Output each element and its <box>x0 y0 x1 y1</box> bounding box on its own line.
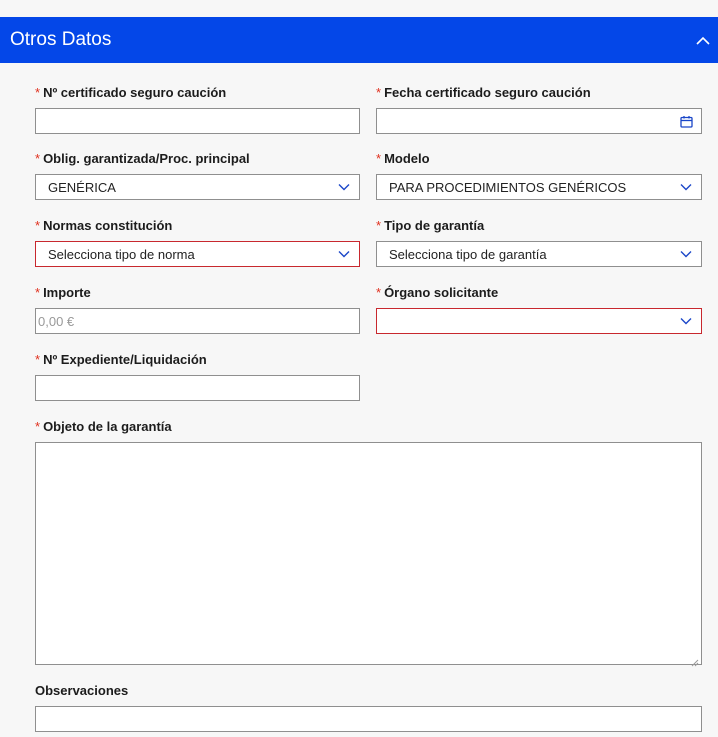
objeto-label: * Objeto de la garantía <box>35 419 172 434</box>
chevron-up-icon[interactable] <box>694 31 712 49</box>
organo-select[interactable] <box>376 308 702 334</box>
panel-header[interactable]: Otros Datos <box>0 17 718 63</box>
importe-input[interactable]: 0,00 € <box>35 308 360 334</box>
observaciones-input[interactable] <box>35 706 702 732</box>
fecha-input[interactable] <box>376 108 702 134</box>
expediente-input[interactable] <box>35 375 360 401</box>
calendar-icon[interactable] <box>679 114 693 128</box>
tipo-select[interactable]: Selecciona tipo de garantía <box>376 241 702 267</box>
chevron-down-icon <box>679 247 693 261</box>
panel-title: Otros Datos <box>10 29 112 50</box>
objeto-textarea[interactable] <box>35 442 702 667</box>
modelo-select[interactable]: PARA PROCEDIMIENTOS GENÉRICOS <box>376 174 702 200</box>
chevron-down-icon <box>679 180 693 194</box>
certificado-label: * Nº certificado seguro caución <box>35 85 227 100</box>
modelo-label: * Modelo <box>376 151 430 166</box>
oblig-label: * Oblig. garantizada/Proc. principal <box>35 151 250 166</box>
expediente-label: * Nº Expediente/Liquidación <box>35 352 207 367</box>
chevron-down-icon <box>337 180 351 194</box>
resize-grip-icon[interactable] <box>691 654 699 667</box>
certificado-input[interactable] <box>35 108 360 134</box>
chevron-down-icon <box>679 314 693 328</box>
tipo-label: * Tipo de garantía <box>376 218 485 233</box>
importe-label: * Importe <box>35 285 91 300</box>
normas-select[interactable]: Selecciona tipo de norma <box>35 241 360 267</box>
normas-label: * Normas constitución <box>35 218 173 233</box>
fecha-label: * Fecha certificado seguro caución <box>376 85 591 100</box>
chevron-down-icon <box>337 247 351 261</box>
organo-label: * Órgano solicitante <box>376 285 499 300</box>
oblig-select[interactable]: GENÉRICA <box>35 174 360 200</box>
observaciones-label: Observaciones <box>35 683 129 698</box>
